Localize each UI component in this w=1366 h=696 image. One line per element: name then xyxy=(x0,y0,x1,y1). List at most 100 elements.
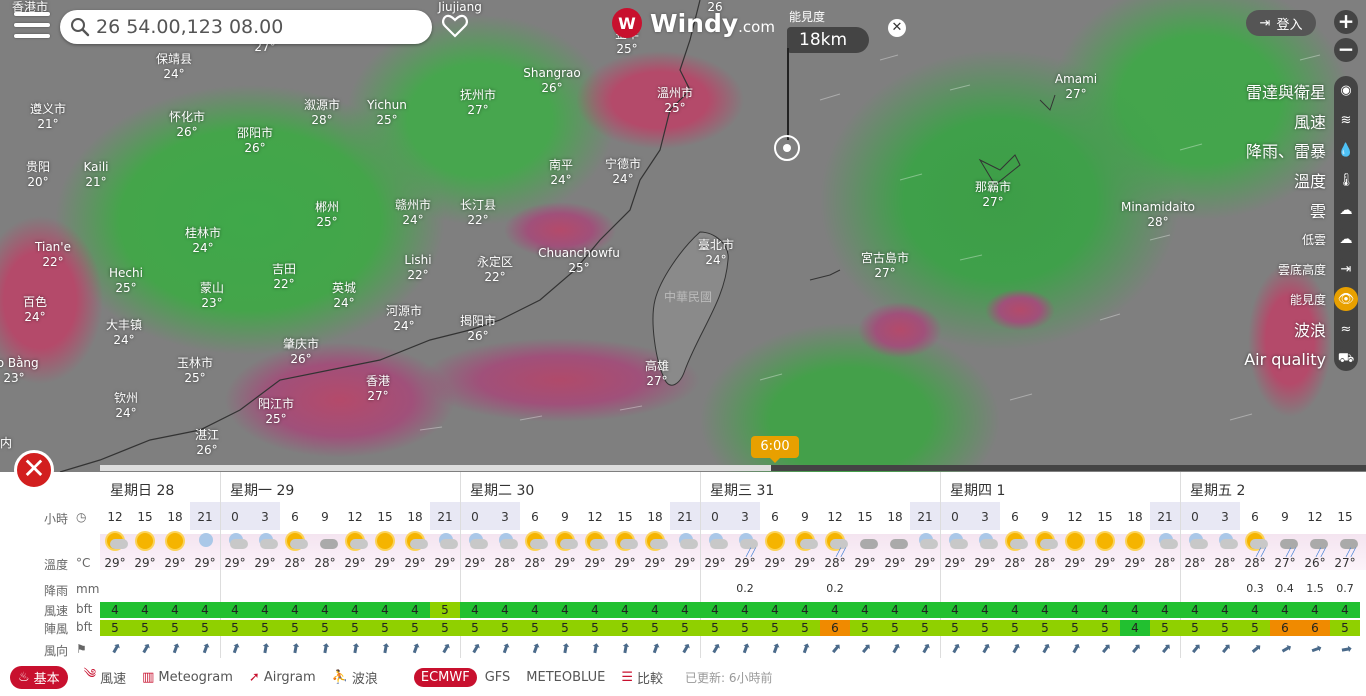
zoom-out-button[interactable]: − xyxy=(1334,38,1358,62)
search-input[interactable] xyxy=(96,16,416,38)
login-button[interactable]: ⇥ 登入 xyxy=(1246,10,1316,36)
map-city-label[interactable]: 河源市 24° xyxy=(386,304,422,334)
wind-direction-arrow-icon: ⬆ xyxy=(618,641,632,658)
day-header[interactable]: 星期一 29 xyxy=(230,480,294,500)
map-city-label[interactable]: 肇庆市 26° xyxy=(283,337,319,367)
map-city-label[interactable]: 保靖县 24° xyxy=(156,52,192,82)
city-temperature: 22° xyxy=(484,270,506,284)
airgram-tab[interactable]: ➚ Airgram xyxy=(249,670,316,685)
map-city-label[interactable]: 英城 24° xyxy=(332,281,356,311)
day-header[interactable]: 星期四 1 xyxy=(950,480,1005,500)
map-city-label[interactable]: 蒙山 23° xyxy=(200,281,224,311)
day-header[interactable]: 星期三 31 xyxy=(710,480,774,500)
map-city-label[interactable]: 中華民國 xyxy=(664,290,712,305)
layer-item[interactable]: Air quality ⛟ xyxy=(1244,344,1358,374)
layer-item[interactable]: 雲 ☁ xyxy=(1244,195,1358,225)
map-city-label[interactable]: Shangrao 26° xyxy=(523,66,580,96)
map-city-label[interactable]: 长汀县 22° xyxy=(460,198,496,228)
map-city-label[interactable]: 溫州市 25° xyxy=(657,86,693,116)
waves-tab[interactable]: ⛹ 波浪 xyxy=(332,668,378,687)
map-city-label[interactable]: 百色 24° xyxy=(23,295,47,325)
day-header[interactable]: 星期五 2 xyxy=(1190,480,1245,500)
search-box[interactable] xyxy=(60,10,432,44)
map-city-label[interactable]: 那霸市 27° xyxy=(975,180,1011,210)
map-city-label[interactable]: 内 xyxy=(0,436,12,451)
readout-pin-line xyxy=(787,48,789,140)
map-city-label[interactable]: 抚州市 27° xyxy=(460,88,496,118)
map-city-label[interactable]: 香港 27° xyxy=(366,374,390,404)
wind-tab[interactable]: ༄ 風速 xyxy=(84,659,126,696)
map-city-label[interactable]: 南平 24° xyxy=(549,158,573,188)
compare-button[interactable]: ☰ 比較 xyxy=(621,668,663,687)
layer-item[interactable]: 波浪 ≈ xyxy=(1244,314,1358,344)
map-city-label[interactable]: Yichun 25° xyxy=(367,98,407,128)
map-city-label[interactable]: Jiujiang xyxy=(438,0,482,15)
map-city-label[interactable]: Minamidaito 28° xyxy=(1121,200,1195,230)
map-city-label[interactable]: 邵阳市 26° xyxy=(237,126,273,156)
map-city-label[interactable]: ao Bằng23° xyxy=(0,356,39,386)
map-city-label[interactable]: 宁德市 24° xyxy=(605,157,641,187)
gust-cell: 5 xyxy=(580,620,610,636)
close-forecast-button[interactable]: ✕ xyxy=(14,450,54,490)
map-city-label[interactable]: 钦州 24° xyxy=(114,391,138,421)
map-city-label[interactable]: 遵义市 21° xyxy=(30,102,66,132)
layer-item[interactable]: 能見度 👁 xyxy=(1244,285,1358,315)
map-city-label[interactable]: 高雄 27° xyxy=(645,359,669,389)
map-city-label[interactable]: 大丰镇 24° xyxy=(106,318,142,348)
ecmwf-model-button[interactable]: ECMWF xyxy=(413,667,477,687)
map-city-label[interactable]: 永定区 22° xyxy=(477,255,513,285)
meteogram-tab[interactable]: ▥ Meteogram xyxy=(142,670,233,685)
day-header[interactable]: 星期日 28 xyxy=(110,480,174,500)
favorite-heart-icon[interactable] xyxy=(442,14,468,42)
map-city-label[interactable]: 桂林市 24° xyxy=(185,226,221,256)
map-city-label[interactable]: Lishi 22° xyxy=(404,253,431,283)
map-city-label[interactable]: Chuanchowfu 25° xyxy=(538,246,620,276)
map-city-label[interactable]: 臺北市 24° xyxy=(698,238,734,268)
hour-cell: 3 xyxy=(1221,510,1229,524)
map-city-label[interactable]: 怀化市 26° xyxy=(169,110,205,140)
map-city-label[interactable]: 贵阳 20° xyxy=(26,160,50,190)
map-city-label[interactable]: 郴州 25° xyxy=(315,200,339,230)
windy-logo[interactable]: W Windy .com xyxy=(612,8,775,38)
hour-cell: 18 xyxy=(407,510,423,524)
city-temperature: 26° xyxy=(290,352,312,366)
close-readout-icon[interactable]: ✕ xyxy=(888,19,906,37)
weather-icon xyxy=(460,528,490,556)
weather-map[interactable]: 香港市Jiujiang26保靖县24°27°26Shangrao26°溫州市25… xyxy=(0,0,1366,472)
login-icon: ⇥ xyxy=(1259,15,1271,31)
map-city-label[interactable]: 揭阳市 26° xyxy=(460,314,496,344)
weather-icon xyxy=(760,528,790,556)
layer-item[interactable]: 風速 ≋ xyxy=(1244,106,1358,136)
map-city-label[interactable]: 玉林市 25° xyxy=(177,356,213,386)
layer-item[interactable]: 降雨、雷暴 💧 xyxy=(1244,136,1358,166)
day-header[interactable]: 星期二 30 xyxy=(470,480,534,500)
meteoblue-model-button[interactable]: METEOBLUE xyxy=(526,670,605,685)
hamburger-menu-icon[interactable] xyxy=(14,12,50,40)
basic-tab[interactable]: ♨ 基本 xyxy=(10,665,68,689)
map-city-label[interactable]: 湛江 26° xyxy=(195,428,219,458)
map-city-label[interactable]: 溆源市 28° xyxy=(304,98,340,128)
temperature-cell: 28° xyxy=(1214,556,1236,570)
temperature-cell: 28° xyxy=(284,556,306,570)
layer-item[interactable]: 雷達與衛星 ◉ xyxy=(1244,76,1358,106)
zoom-in-button[interactable]: + xyxy=(1334,10,1358,34)
map-city-label[interactable]: 吉田 22° xyxy=(272,262,296,292)
gust-cell: 5 xyxy=(280,620,310,636)
map-city-label[interactable]: 宮古島市 27° xyxy=(861,251,909,281)
map-city-label[interactable]: Kaili 21° xyxy=(83,160,108,190)
layer-item[interactable]: 溫度 🌡 xyxy=(1244,165,1358,195)
map-city-label[interactable]: 赣州市 24° xyxy=(395,198,431,228)
weather-icon xyxy=(220,528,250,556)
gfs-model-button[interactable]: GFS xyxy=(485,670,511,685)
map-city-label[interactable]: 阳江市 25° xyxy=(258,397,294,427)
layer-item[interactable]: 雲底高度 ⇥ xyxy=(1244,255,1358,285)
hour-cell: 18 xyxy=(1127,510,1143,524)
map-city-label[interactable]: Tian'e 22° xyxy=(35,240,71,270)
layer-item[interactable]: 低雲 ☁ xyxy=(1244,225,1358,255)
surfer-icon: ⛹ xyxy=(331,669,348,685)
timeline-handle[interactable]: 6:00 xyxy=(751,436,799,463)
city-name: 长汀县 xyxy=(459,198,497,212)
location-pin[interactable] xyxy=(774,135,800,161)
map-city-label[interactable]: Hechi 25° xyxy=(109,266,143,296)
map-city-label[interactable]: Amami 27° xyxy=(1055,72,1097,102)
